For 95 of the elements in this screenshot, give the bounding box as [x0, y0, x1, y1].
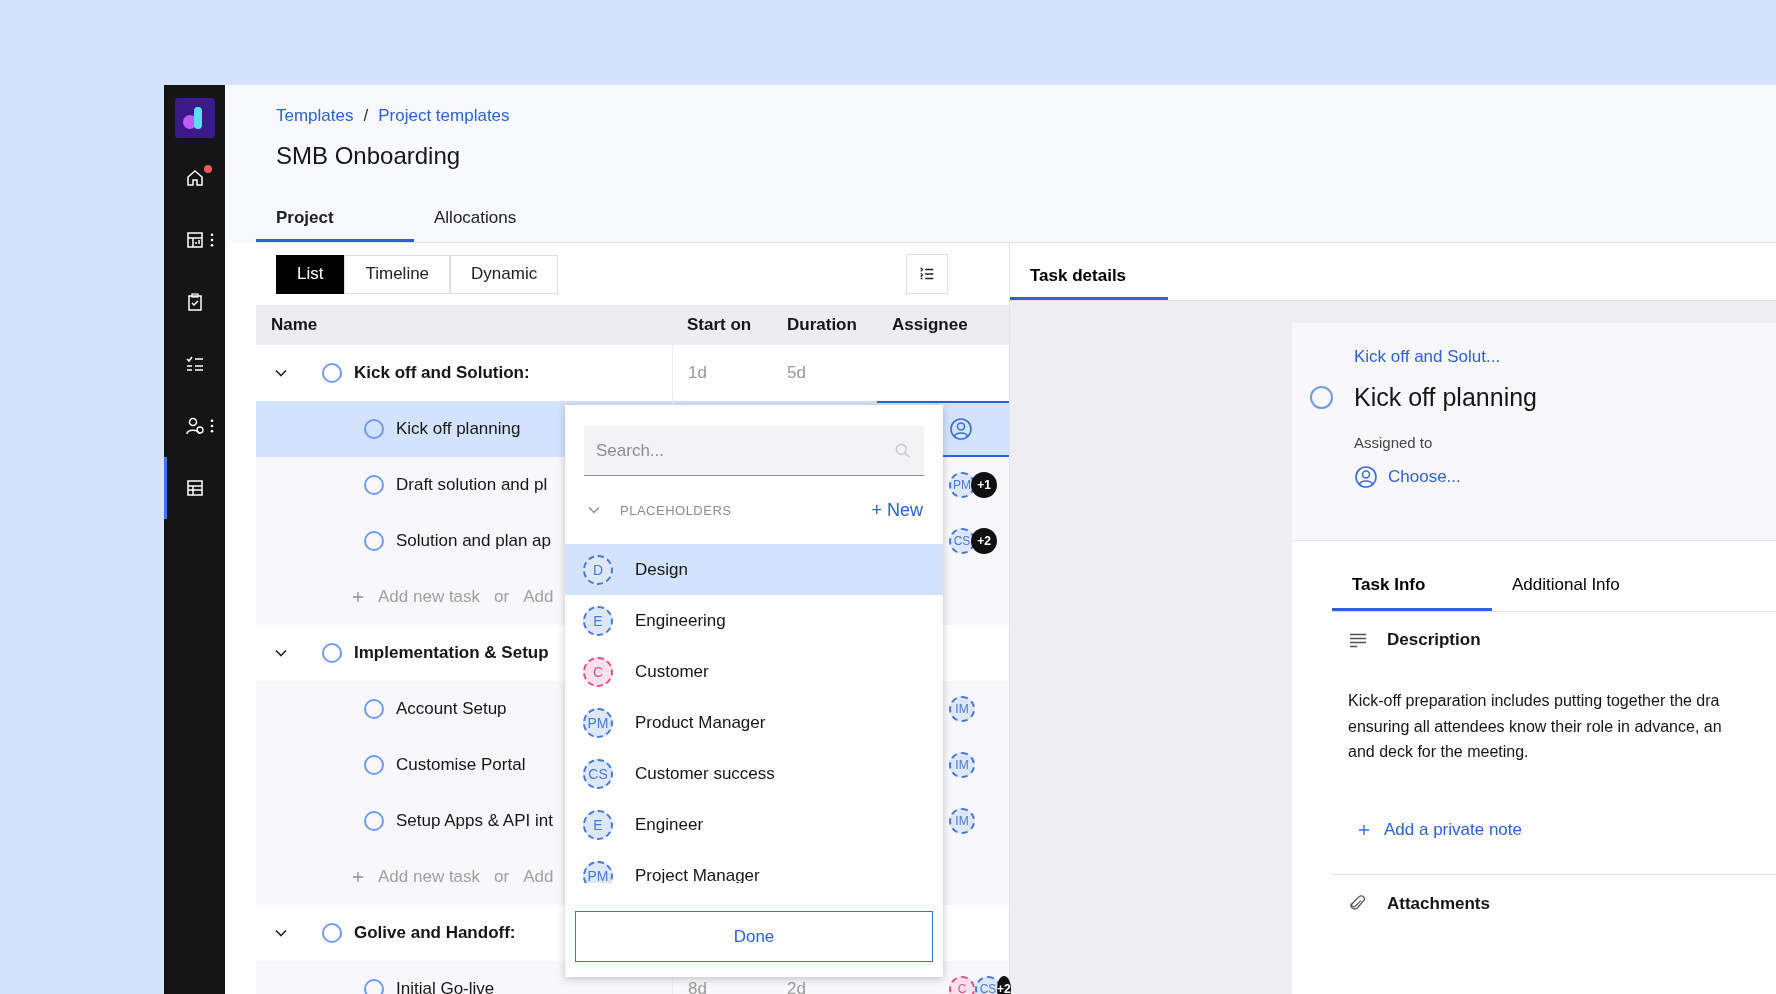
paperclip-icon: [1349, 895, 1367, 912]
text-lines-icon: [1349, 631, 1367, 649]
breadcrumb-separator: /: [363, 106, 369, 126]
status-circle[interactable]: [364, 979, 384, 994]
view-toggle[interactable]: Dynamic: [450, 254, 559, 294]
dashboard-icon[interactable]: [184, 230, 205, 250]
parent-task-link[interactable]: Kick off and Solut...: [1354, 347, 1776, 367]
avatar: E: [583, 809, 613, 840]
status-circle[interactable]: [364, 531, 384, 551]
search-field[interactable]: Search...: [584, 426, 924, 476]
person-icon: [1354, 465, 1378, 489]
search-icon: [894, 442, 912, 460]
count-badge: +2: [997, 976, 1011, 994]
column-header: Duration: [786, 315, 858, 335]
assigned-label: Assigned to: [1354, 434, 1434, 451]
placeholder-option[interactable]: PM Product Manager: [565, 697, 943, 748]
breadcrumb-link[interactable]: Templates: [276, 106, 354, 126]
placeholder-option[interactable]: CS Customer success: [565, 748, 943, 799]
placeholder-option[interactable]: E Engineering: [565, 595, 943, 646]
or-text: or: [494, 867, 510, 887]
breadcrumb-link[interactable]: Project templates: [378, 106, 510, 126]
group-name: Implementation & Setup: [354, 643, 549, 663]
placeholder-option[interactable]: D Design: [565, 544, 943, 595]
new-button[interactable]: + New: [871, 499, 923, 521]
task-name[interactable]: Draft solution and pl: [396, 475, 548, 495]
column-header: Start on: [686, 315, 753, 335]
tab[interactable]: Task Info: [1332, 561, 1492, 611]
outline-button[interactable]: [906, 254, 948, 294]
avatar: C: [583, 656, 613, 687]
status-circle[interactable]: [322, 643, 342, 663]
task-name[interactable]: Setup Apps & API int: [396, 811, 553, 831]
view-toggle[interactable]: Timeline: [344, 254, 451, 294]
start-cell: 1d: [688, 363, 707, 383]
option-label: Engineering: [635, 610, 726, 631]
status-circle[interactable]: [322, 363, 342, 383]
placeholder-option[interactable]: C Customer: [565, 646, 943, 697]
status-circle[interactable]: [364, 755, 384, 775]
avatar: IM: [949, 752, 975, 778]
section-heading: Attachments: [1387, 893, 1490, 914]
plus-icon: [352, 871, 364, 883]
avatar: E: [583, 605, 613, 636]
section-heading: Description: [1387, 630, 1481, 650]
more-icon[interactable]: [210, 233, 214, 247]
task-name[interactable]: Account Setup: [396, 699, 507, 719]
task-name[interactable]: Initial Go-live: [396, 979, 495, 994]
avatar: CS: [583, 758, 613, 789]
column-header: Assignee: [891, 315, 969, 335]
option-label: Engineer: [635, 814, 704, 835]
add-note-link[interactable]: Add a private note: [1358, 819, 1776, 840]
more-icon[interactable]: [210, 419, 214, 433]
plus-icon: [1358, 823, 1370, 836]
column-header: Name: [270, 315, 319, 335]
app-logo[interactable]: [174, 98, 215, 138]
plus-icon: [352, 591, 364, 603]
avatar: PM: [583, 707, 613, 738]
option-label: Product Manager: [635, 712, 766, 733]
people-icon[interactable]: [184, 416, 205, 436]
table-icon[interactable]: [184, 478, 205, 498]
start-cell: 8d: [688, 979, 707, 994]
group-name: Kick off and Solution:: [354, 363, 530, 383]
avatar: D: [583, 554, 613, 585]
task-title: Kick off planning: [1354, 383, 1537, 412]
placeholder-option[interactable]: E Engineer: [565, 799, 943, 850]
person-icon[interactable]: [949, 417, 973, 441]
status-circle[interactable]: [322, 923, 342, 943]
task-name[interactable]: Customise Portal: [396, 755, 526, 775]
duration-cell: 2d: [787, 979, 806, 994]
section-label: PLACEHOLDERS: [620, 502, 733, 518]
tab[interactable]: Allocations: [414, 196, 572, 242]
status-circle[interactable]: [364, 475, 384, 495]
description-text: Kick-off preparation includes putting together the dra ensuring all attendees know their role in advance, an and deck for the meeting.: [1348, 691, 1723, 762]
duration-cell: 5d: [787, 363, 806, 383]
avatar: IM: [949, 696, 975, 722]
task-name[interactable]: Kick off planning: [396, 419, 521, 439]
home-icon[interactable]: [184, 168, 205, 188]
status-circle[interactable]: [364, 811, 384, 831]
avatar: C: [949, 976, 975, 994]
option-label: Design: [635, 559, 688, 580]
page-title: SMB Onboarding: [276, 142, 462, 171]
view-toggle[interactable]: List: [276, 254, 345, 294]
done-button[interactable]: Done: [575, 911, 933, 962]
count-badge: +2: [971, 528, 997, 554]
or-text: or: [494, 587, 510, 607]
avatar: IM: [949, 808, 975, 834]
option-label: Customer: [635, 661, 709, 682]
avatar: PM: [583, 860, 613, 883]
option-label: Customer success: [635, 763, 775, 784]
status-circle[interactable]: [364, 699, 384, 719]
count-badge: +1: [971, 472, 997, 498]
status-circle[interactable]: [1310, 386, 1333, 409]
tab[interactable]: Additional Info: [1492, 561, 1652, 611]
choose-assignee-link[interactable]: Choose...: [1354, 465, 1776, 489]
group-name: Golive and Handoff:: [354, 923, 516, 943]
task-name[interactable]: Solution and plan ap: [396, 531, 552, 551]
checklist-icon[interactable]: [184, 354, 205, 374]
